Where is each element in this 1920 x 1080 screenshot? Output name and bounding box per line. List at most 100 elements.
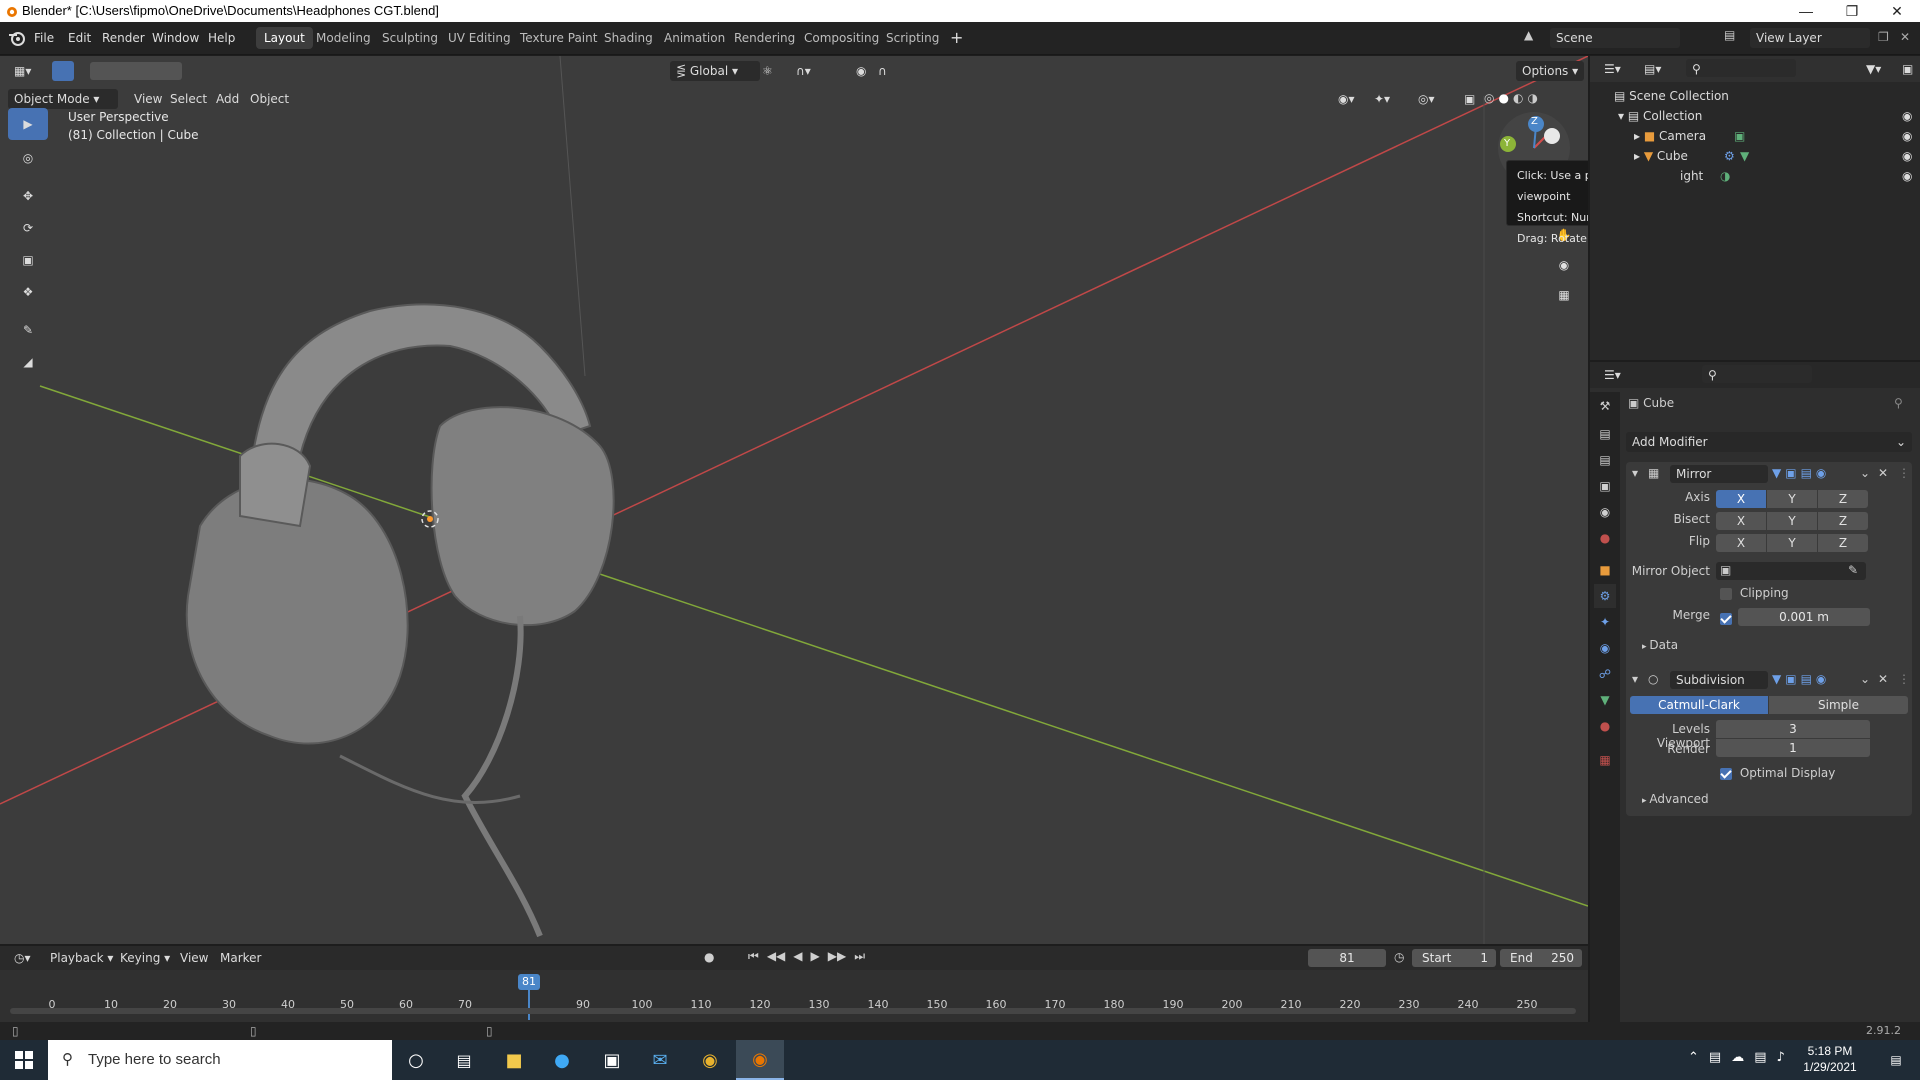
outliner-row-collection[interactable]: ▾ ▤ Collection ◉ xyxy=(1590,106,1920,126)
rotate-tool[interactable]: ⟳ xyxy=(8,212,48,244)
flip-x-toggle[interactable]: X xyxy=(1716,534,1766,552)
blender-taskbar-icon[interactable]: ◉ xyxy=(736,1040,784,1080)
subdivision-name-field[interactable]: Subdivision xyxy=(1670,671,1768,689)
bisect-x-toggle[interactable]: X xyxy=(1716,512,1766,530)
blender-menu-icon[interactable] xyxy=(8,30,26,46)
flip-z-toggle[interactable]: Z xyxy=(1818,534,1868,552)
particles-tab-icon[interactable]: ✦ xyxy=(1594,610,1616,634)
eyedropper-icon[interactable]: ✎ xyxy=(1848,563,1858,577)
outliner-row-scene-collection[interactable]: ▤ Scene Collection xyxy=(1590,86,1920,106)
timeline-menu-view[interactable]: View xyxy=(174,948,214,968)
end-frame-field[interactable]: End 250 xyxy=(1500,949,1582,967)
tab-rendering[interactable]: Rendering xyxy=(726,27,803,49)
select-box-tool[interactable]: ▶ xyxy=(8,108,48,140)
remove-view-layer-icon[interactable]: ✕ xyxy=(1900,30,1910,44)
menu-file[interactable]: File xyxy=(28,28,60,48)
data-tab-icon[interactable]: ▼ xyxy=(1594,688,1616,712)
merge-distance-field[interactable]: 0.001 m xyxy=(1738,608,1870,626)
texture-tab-icon[interactable]: ▦ xyxy=(1594,748,1616,772)
next-keyframe-icon[interactable]: ▶▶ xyxy=(828,949,846,964)
subdivision-dropdown-icon[interactable]: ⌄ xyxy=(1860,672,1870,686)
mirror-display-toggles[interactable]: ▼ ▣ ▤ ◉ xyxy=(1772,466,1856,482)
menu-window[interactable]: Window xyxy=(146,28,205,48)
mirror-name-field[interactable]: Mirror xyxy=(1670,465,1768,483)
mirror-remove-icon[interactable]: ✕ xyxy=(1878,466,1888,480)
flip-y-toggle[interactable]: Y xyxy=(1767,534,1817,552)
filter-icon[interactable]: ▼▾ xyxy=(1860,59,1887,79)
tab-compositing[interactable]: Compositing xyxy=(796,27,887,49)
annotate-tool[interactable]: ✎ xyxy=(8,314,48,346)
display-mode-icon[interactable]: ▤▾ xyxy=(1638,59,1667,79)
cube-visibility-icon[interactable]: ◉ xyxy=(1902,146,1912,166)
viewport-menu-view[interactable]: View xyxy=(128,89,168,109)
overlays-icon[interactable]: ◎▾ xyxy=(1412,89,1441,109)
axis-y-toggle[interactable]: Y xyxy=(1767,490,1817,508)
current-frame-field[interactable]: 81 xyxy=(1308,949,1386,967)
mirror-dropdown-icon[interactable]: ⌄ xyxy=(1860,466,1870,480)
simple-toggle[interactable]: Simple xyxy=(1769,696,1908,714)
expand-arrow-icon[interactable]: ▾ xyxy=(1618,109,1628,123)
transform-tool[interactable]: ❖ xyxy=(8,276,48,308)
solid-shading-icon[interactable]: ● xyxy=(1498,91,1508,109)
properties-search[interactable]: ⚲ xyxy=(1702,365,1812,383)
material-tab-icon[interactable]: ● xyxy=(1594,714,1616,738)
catmull-clark-toggle[interactable]: Catmull-Clark xyxy=(1630,696,1768,714)
tab-uv-editing[interactable]: UV Editing xyxy=(440,27,519,49)
light-visibility-icon[interactable]: ◉ xyxy=(1902,166,1912,186)
view-layer-field[interactable]: View Layer xyxy=(1750,28,1870,48)
editmode-icon[interactable]: ▣ xyxy=(1785,466,1796,482)
constraints-tab-icon[interactable]: ☍ xyxy=(1594,662,1616,686)
record-icon[interactable]: ● xyxy=(704,950,714,964)
prev-keyframe-icon[interactable]: ◀◀ xyxy=(767,949,785,964)
tab-sculpting[interactable]: Sculpting xyxy=(374,27,446,49)
camera-visibility-icon[interactable]: ◉ xyxy=(1902,126,1912,146)
play-reverse-icon[interactable]: ◀ xyxy=(793,949,802,964)
material-shading-icon[interactable]: ◐ xyxy=(1513,91,1523,109)
move-tool[interactable]: ✥ xyxy=(8,180,48,212)
advanced-subpanel-header[interactable]: ▸ Advanced xyxy=(1642,792,1709,806)
viewport-menu-select[interactable]: Select xyxy=(164,89,213,109)
timeline-menu-keying[interactable]: Keying ▾ xyxy=(114,948,176,968)
timeline-menu-marker[interactable]: Marker xyxy=(214,948,267,968)
cursor-tool[interactable]: ◎ xyxy=(8,142,48,174)
selection-mode-group[interactable] xyxy=(90,62,182,80)
view-layer-tab-icon[interactable]: ▣ xyxy=(1594,474,1616,498)
network-icon[interactable]: ▤ xyxy=(1709,1050,1721,1065)
view-layer-icon[interactable]: ▤ xyxy=(1724,28,1744,48)
taskbar-clock[interactable]: 5:18 PM 1/29/2021 xyxy=(1800,1043,1860,1075)
menu-edit[interactable]: Edit xyxy=(62,28,97,48)
add-workspace-button[interactable]: + xyxy=(944,28,969,48)
restore-button[interactable]: ❐ xyxy=(1829,0,1875,22)
render-icon[interactable]: ◉ xyxy=(1816,672,1826,688)
scene-tab-icon[interactable]: ◉ xyxy=(1594,500,1616,524)
pin-icon[interactable]: ⚲ xyxy=(1894,396,1903,410)
jump-end-icon[interactable]: ⏭ xyxy=(854,949,865,964)
editor-type-icon[interactable]: ▦▾ xyxy=(8,61,42,81)
clipping-checkbox[interactable] xyxy=(1720,587,1732,600)
store-icon[interactable]: ▣ xyxy=(588,1040,636,1080)
outliner-row-camera[interactable]: ▸ ■ Camera ▣ ◉ xyxy=(1590,126,1920,146)
camera-view-icon[interactable]: ◉ xyxy=(1551,252,1577,278)
taskbar-search-box[interactable]: ⚲ Type here to search xyxy=(48,1040,392,1080)
new-collection-icon[interactable]: ▣ xyxy=(1896,59,1919,79)
play-icon[interactable]: ▶ xyxy=(811,949,820,964)
volume-icon[interactable]: ♪ xyxy=(1777,1050,1785,1065)
outliner-row-cube[interactable]: ▸ ▼ Cube ⚙ ▼ ◉ xyxy=(1590,146,1920,166)
cortana-icon[interactable]: ○ xyxy=(392,1040,440,1080)
options-dropdown[interactable]: Options ▾ xyxy=(1516,61,1585,81)
jump-start-icon[interactable]: ⏮ xyxy=(748,949,759,964)
modifier-tab-icon[interactable]: ⚙ xyxy=(1594,584,1616,608)
realtime-icon[interactable]: ▤ xyxy=(1801,466,1812,482)
viewport-menu-add[interactable]: Add xyxy=(210,89,245,109)
mode-dropdown[interactable]: Object Mode ▾ xyxy=(8,89,118,109)
menu-render[interactable]: Render xyxy=(96,28,151,48)
orientation-dropdown[interactable]: ⋚ Global ▾ xyxy=(670,61,760,81)
outliner-editor-icon[interactable]: ☰▾ xyxy=(1598,59,1627,79)
minimize-button[interactable]: — xyxy=(1783,0,1829,22)
chrome-icon[interactable]: ◉ xyxy=(686,1040,734,1080)
on-cage-icon[interactable]: ▼ xyxy=(1772,672,1781,688)
cloud-icon[interactable]: ☁ xyxy=(1731,1050,1744,1065)
visibility-icon[interactable]: ◉▾ xyxy=(1332,89,1361,109)
editmode-icon[interactable]: ▣ xyxy=(1785,672,1796,688)
mirror-object-field[interactable]: ▣ ✎ xyxy=(1716,562,1866,580)
